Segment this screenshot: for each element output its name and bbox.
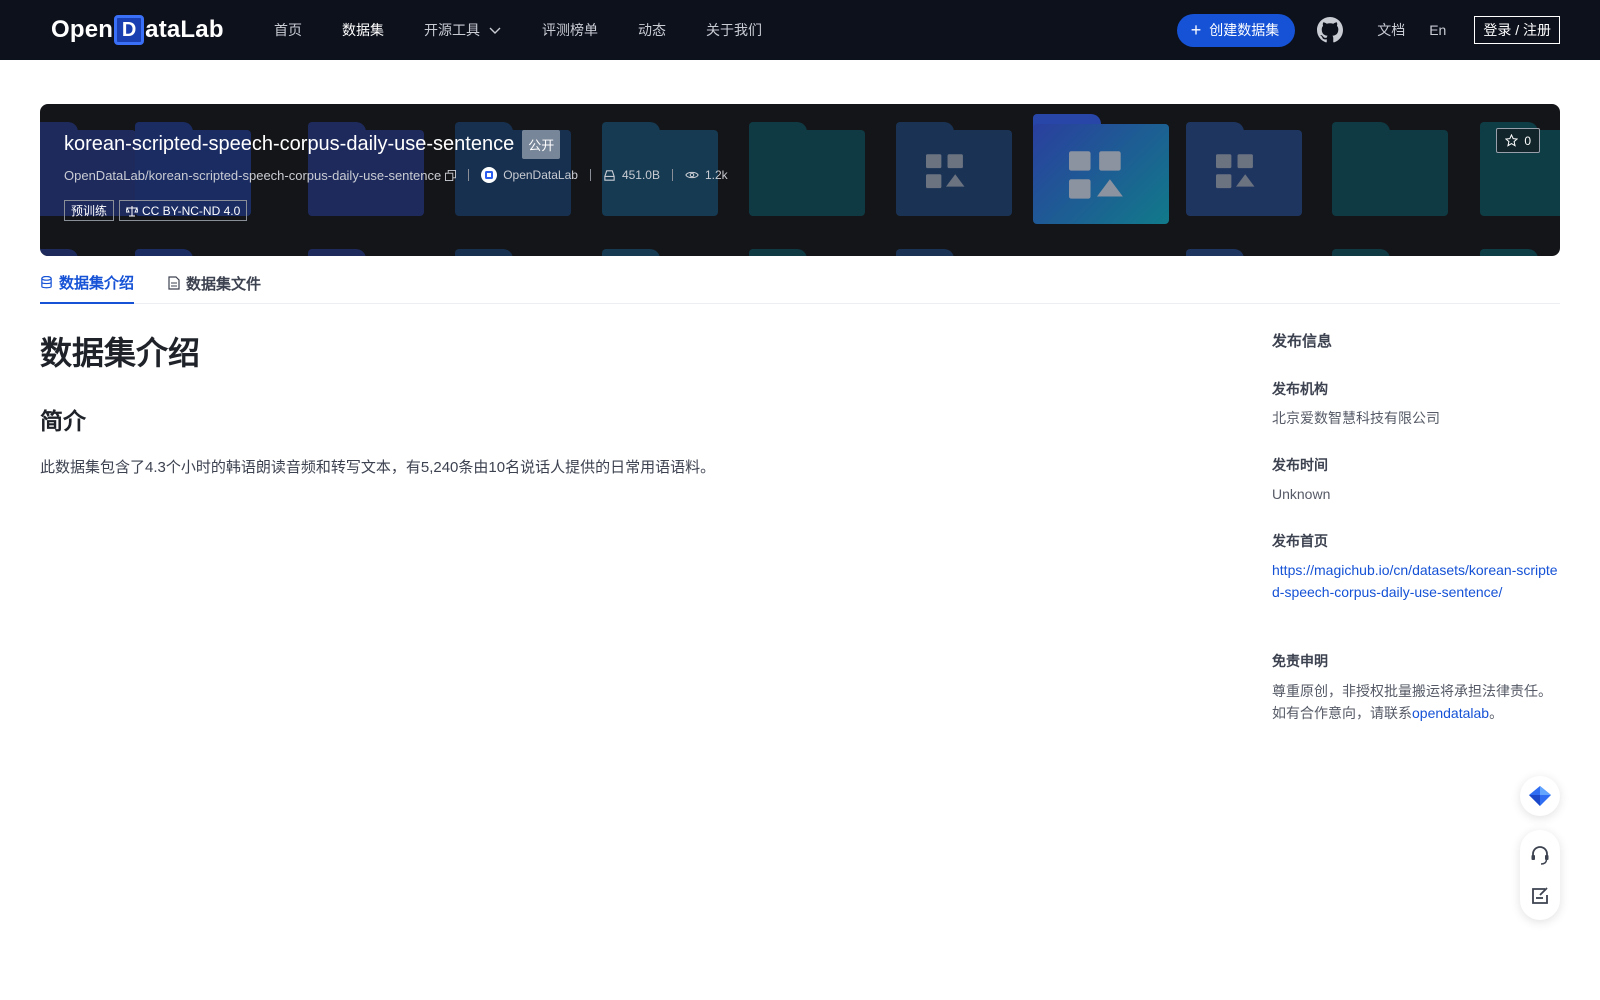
customer-service-button[interactable] [1529, 844, 1551, 866]
tag-license[interactable]: CC BY-NC-ND 4.0 [119, 200, 248, 221]
size-group: 451.0B [603, 168, 660, 182]
publisher-group[interactable]: OpenDataLab [481, 167, 578, 183]
tab-dataset-intro-label: 数据集介绍 [59, 274, 135, 292]
publisher-avatar-icon [481, 167, 498, 183]
banner-folder-icon [1332, 122, 1448, 216]
opendatalab-logo[interactable]: Open DataLab [51, 13, 224, 47]
diamond-logo-icon [1529, 786, 1551, 806]
banner-folder-icon [602, 249, 718, 256]
publish-time-label: 发布时间 [1272, 457, 1328, 473]
eye-icon [685, 171, 699, 179]
visibility-badge: 公开 [522, 130, 561, 159]
homepage-label: 发布首页 [1272, 533, 1328, 549]
contact-link[interactable]: opendatalab [1412, 705, 1489, 721]
dataset-tags: 预训练 CC BY-NC-ND 4.0 [64, 200, 252, 221]
publish-time-value: Unknown [1272, 486, 1331, 502]
meta-separator [589, 169, 591, 181]
banner-folder-icon [896, 122, 1012, 216]
top-navbar: Open DataLab 首页 数据集 开源工具 评测榜单 动态 关于我们 + 创… [0, 0, 1600, 60]
dataset-path: OpenDataLab/korean-scripted-speech-corpu… [64, 167, 442, 183]
star-icon [1505, 134, 1519, 147]
docs-link[interactable]: 文档 [1377, 20, 1405, 40]
logo-text-atalab: ataLab [145, 16, 224, 43]
disclaimer-line-2: 如有合作意向，请联系opendatalab。 [1272, 702, 1562, 724]
dataset-meta-row: OpenDataLab/korean-scripted-speech-corpu… [64, 167, 728, 183]
header-actions: + 创建数据集 文档 En 登录 / 注册 [1176, 0, 1560, 60]
banner-folder-icon [1186, 122, 1302, 216]
nav-home[interactable]: 首页 [274, 20, 302, 40]
nav-about[interactable]: 关于我们 [706, 20, 762, 40]
copy-icon[interactable] [445, 169, 457, 181]
meta-separator [671, 169, 673, 181]
support-float-panel [1520, 830, 1560, 920]
banner-folder-icon [749, 122, 865, 216]
nav-news[interactable]: 动态 [638, 20, 666, 40]
views-group: 1.2k [685, 168, 728, 182]
publisher-org-value: 北京爱数智慧科技有限公司 [1272, 410, 1440, 426]
login-register-button[interactable]: 登录 / 注册 [1474, 16, 1560, 44]
publish-info-heading: 发布信息 [1272, 333, 1333, 350]
tab-dataset-files[interactable]: 数据集文件 [168, 262, 261, 304]
banner-folder-icon [308, 249, 424, 256]
star-count: 0 [1524, 133, 1531, 148]
file-icon [168, 276, 180, 290]
homepage-value: https://magichub.io/cn/datasets/korean-s… [1272, 559, 1562, 603]
nav-datasets[interactable]: 数据集 [342, 20, 384, 40]
dataset-tabs: 数据集介绍 数据集文件 [40, 262, 1560, 304]
nav-open-tools[interactable]: 开源工具 [424, 20, 502, 40]
scale-icon [126, 205, 139, 216]
license-label: CC BY-NC-ND 4.0 [142, 203, 241, 218]
storage-icon [604, 169, 615, 181]
create-dataset-button[interactable]: + 创建数据集 [1176, 13, 1296, 47]
database-icon [41, 275, 52, 288]
feedback-button[interactable] [1530, 886, 1550, 906]
main-nav: 首页 数据集 开源工具 评测榜单 动态 关于我们 [274, 0, 802, 60]
disclaimer-label: 免责申明 [1272, 653, 1328, 669]
disclaimer-period: 。 [1489, 705, 1504, 721]
banner-folder-icon [40, 249, 136, 256]
banner-folder-highlight-icon [1033, 114, 1169, 224]
create-dataset-label: 创建数据集 [1209, 22, 1280, 38]
disclaimer-line-1: 尊重原创，非授权批量搬运将承担法律责任。 [1272, 683, 1552, 699]
dataset-name: korean-scripted-speech-corpus-daily-use-… [64, 133, 515, 155]
view-count: 1.2k [704, 168, 728, 182]
banner-folder-icon [1332, 249, 1448, 256]
nav-leaderboard[interactable]: 评测榜单 [542, 20, 598, 40]
tag-task[interactable]: 预训练 [64, 200, 115, 221]
github-icon[interactable] [1317, 17, 1344, 43]
logo-text-open: Open [51, 16, 114, 43]
publish-info-panel: 发布信息 发布机构 北京爱数智慧科技有限公司 发布时间 Unknown 发布首页… [1272, 330, 1562, 724]
dataset-description: 此数据集包含了4.3个小时的韩语朗读音频和转写文本，有5,240条由10名说话人… [40, 459, 716, 476]
tab-dataset-files-label: 数据集文件 [186, 275, 262, 293]
star-button[interactable]: 0 [1496, 128, 1540, 153]
headset-icon [1531, 846, 1549, 865]
banner-folder-icon [1186, 249, 1302, 256]
dataset-size: 451.0B [621, 168, 660, 182]
edit-note-icon [1532, 887, 1548, 904]
disclaimer-contact-text: 如有合作意向，请联系 [1272, 705, 1412, 721]
banner-folder-icon [455, 249, 571, 256]
nav-open-tools-label: 开源工具 [424, 22, 480, 38]
banner-folder-icon [749, 249, 865, 256]
chevron-down-icon [489, 27, 501, 34]
dataset-path-group: OpenDataLab/korean-scripted-speech-corpu… [64, 167, 457, 183]
publisher-org-label: 发布机构 [1272, 381, 1328, 397]
content-title: 数据集介绍 [40, 335, 201, 371]
meta-separator [468, 169, 470, 181]
dataset-title-row: korean-scripted-speech-corpus-daily-use-… [64, 130, 561, 159]
section-title: 简介 [40, 408, 86, 434]
assistant-float-button[interactable] [1520, 776, 1560, 816]
dataset-banner: korean-scripted-speech-corpus-daily-use-… [40, 104, 1560, 256]
language-switch[interactable]: En [1429, 22, 1446, 38]
homepage-link[interactable]: https://magichub.io/cn/datasets/korean-s… [1272, 562, 1558, 600]
tab-dataset-intro[interactable]: 数据集介绍 [40, 262, 135, 304]
banner-folder-icon [1480, 249, 1560, 256]
banner-folder-icon [135, 249, 251, 256]
plus-icon: + [1190, 20, 1202, 40]
publisher-name: OpenDataLab [503, 168, 578, 182]
logo-mark: D [114, 15, 145, 45]
banner-folder-icon [896, 249, 1012, 256]
